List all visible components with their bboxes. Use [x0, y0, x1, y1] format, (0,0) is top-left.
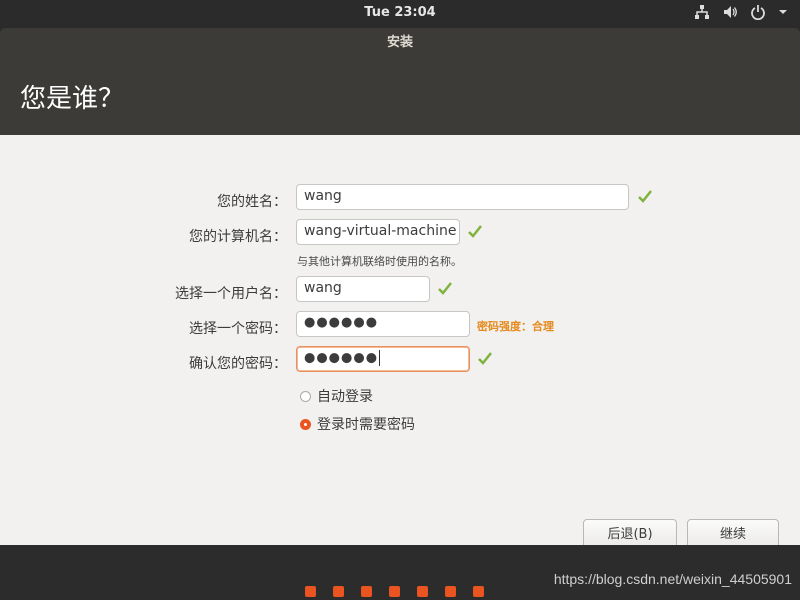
top-panel: Tue 23:04 — [0, 0, 800, 28]
require-password-label: 登录时需要密码 — [317, 417, 415, 433]
password-label: 选择一个密码： — [189, 321, 287, 337]
header-banner: 您是谁？ — [0, 58, 800, 135]
computer-name-label: 您的计算机名： — [189, 229, 287, 245]
auto-login-option[interactable]: 自动登录 — [300, 386, 373, 406]
confirm-password-label: 确认您的密码： — [189, 356, 287, 372]
password-strength: 密码强度：合理 — [477, 320, 554, 333]
installer-window: 安装 您是谁？ 您的姓名： wang 您的计算机名： wang-virtual-… — [0, 28, 800, 600]
window-title: 安装 — [0, 28, 800, 58]
auto-login-radio[interactable] — [300, 390, 311, 402]
network-icon[interactable] — [694, 4, 710, 24]
computer-name-hint: 与其他计算机联络时使用的名称。 — [297, 255, 462, 268]
system-tray — [694, 4, 788, 24]
confirm-password-valid-check-icon — [477, 350, 493, 370]
name-field[interactable]: wang — [296, 184, 629, 210]
progress-dot — [305, 586, 316, 597]
name-label: 您的姓名： — [217, 194, 287, 210]
progress-dot — [389, 586, 400, 597]
watermark: https://blog.csdn.net/weixin_44505901 — [553, 571, 792, 587]
clock[interactable]: Tue 23:04 — [0, 5, 800, 20]
password-field[interactable]: ●●●●●● — [296, 311, 470, 337]
progress-dot — [361, 586, 372, 597]
text-caret — [379, 350, 381, 366]
computer-name-field[interactable]: wang-virtual-machine — [296, 219, 460, 245]
progress-dots — [305, 586, 484, 597]
dropdown-arrow-icon[interactable] — [778, 4, 788, 24]
username-valid-check-icon — [437, 280, 453, 300]
confirm-password-field[interactable]: ●●●●●● — [296, 346, 470, 372]
auto-login-label: 自动登录 — [317, 389, 373, 405]
progress-dot — [473, 586, 484, 597]
username-field[interactable]: wang — [296, 276, 430, 302]
progress-dot — [333, 586, 344, 597]
require-password-option[interactable]: 登录时需要密码 — [300, 414, 415, 434]
form-area: 您的姓名： wang 您的计算机名： wang-virtual-machine … — [0, 135, 800, 573]
confirm-password-value: ●●●●●● — [304, 350, 379, 366]
username-label: 选择一个用户名： — [175, 286, 287, 302]
require-password-radio[interactable] — [300, 418, 311, 430]
progress-dot — [445, 586, 456, 597]
name-valid-check-icon — [637, 188, 653, 208]
power-icon[interactable] — [750, 4, 766, 24]
page-title: 您是谁？ — [20, 84, 125, 114]
progress-dot — [417, 586, 428, 597]
volume-icon[interactable] — [722, 4, 738, 24]
computer-name-valid-check-icon — [467, 223, 483, 243]
